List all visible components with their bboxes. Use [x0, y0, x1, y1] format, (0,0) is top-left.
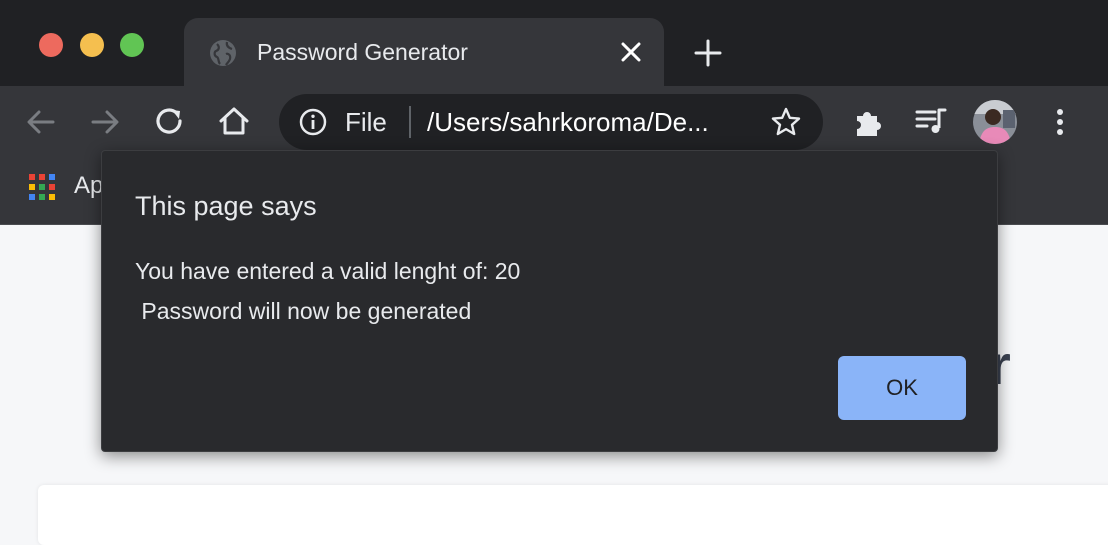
more-menu-icon[interactable] — [1042, 104, 1078, 140]
tab-title: Password Generator — [257, 39, 468, 65]
dialog-title: This page says — [135, 191, 317, 221]
close-icon[interactable] — [618, 39, 644, 65]
back-arrow-icon[interactable] — [23, 104, 59, 140]
ok-button[interactable]: OK — [838, 356, 966, 420]
profile-avatar[interactable] — [973, 100, 1017, 144]
zoom-window-button[interactable] — [120, 33, 144, 57]
close-window-button[interactable] — [39, 33, 63, 57]
url-scheme-label: File — [345, 107, 387, 137]
alert-dialog: This page says You have entered a valid … — [101, 150, 998, 452]
new-tab-icon[interactable] — [693, 38, 723, 68]
globe-icon — [210, 40, 236, 66]
bookmark-star-icon[interactable] — [770, 106, 802, 138]
address-bar[interactable]: File /Users/sahrkoroma/De... — [279, 94, 823, 150]
tab-password-generator[interactable]: Password Generator — [184, 18, 664, 86]
omnibox-divider — [409, 106, 411, 138]
media-queue-icon[interactable] — [913, 104, 949, 140]
apps-grid-icon[interactable] — [29, 174, 55, 200]
window-titlebar: Password Generator — [0, 0, 1108, 86]
avatar-photo — [973, 100, 1017, 144]
minimize-window-button[interactable] — [80, 33, 104, 57]
url-text[interactable]: /Users/sahrkoroma/De... — [427, 107, 709, 137]
info-icon[interactable] — [299, 108, 327, 136]
reload-icon[interactable] — [152, 104, 188, 140]
home-icon[interactable] — [216, 103, 252, 139]
extensions-puzzle-icon[interactable] — [851, 104, 887, 140]
generator-card — [38, 485, 1108, 545]
forward-arrow-icon[interactable] — [87, 104, 123, 140]
dialog-message: You have entered a valid lenght of: 20 P… — [135, 258, 521, 324]
